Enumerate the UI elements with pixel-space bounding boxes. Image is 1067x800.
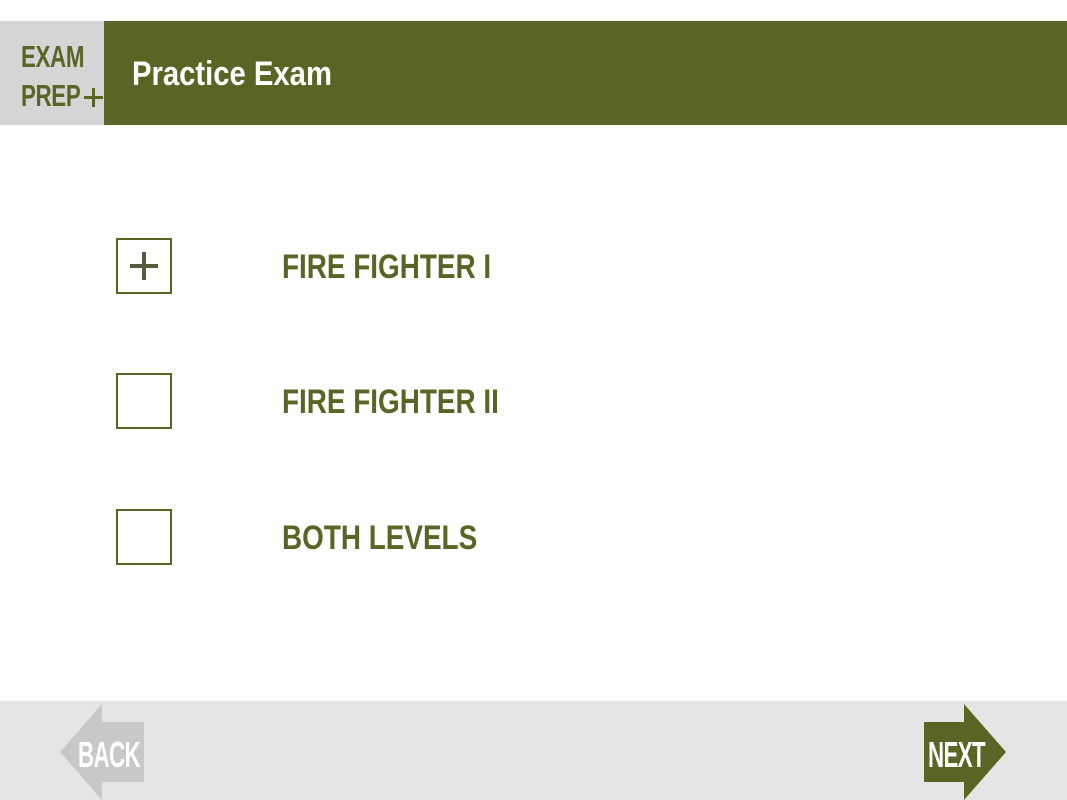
option-fire-fighter-2[interactable]: FIRE FIGHTER II	[116, 373, 636, 433]
header: EXAM PREP Practice Exam	[0, 21, 1067, 125]
logo-plus-icon	[84, 88, 103, 107]
option-label[interactable]: FIRE FIGHTER I	[282, 250, 491, 284]
logo-text-exam: EXAM	[21, 39, 85, 74]
option-label[interactable]: BOTH LEVELS	[282, 521, 477, 555]
checkbox-fire-fighter-1[interactable]	[116, 238, 172, 294]
selected-plus-icon	[130, 252, 158, 280]
footer-nav: BACK NEXT	[0, 701, 1067, 800]
option-both-levels[interactable]: BOTH LEVELS	[116, 509, 636, 569]
page-title: Practice Exam	[132, 55, 332, 93]
back-label: BACK	[78, 734, 141, 775]
next-label: NEXT	[928, 734, 986, 775]
back-button[interactable]: BACK	[60, 704, 144, 800]
logo-text-prep: PREP	[21, 78, 81, 113]
option-label[interactable]: FIRE FIGHTER II	[282, 385, 499, 419]
next-button[interactable]: NEXT	[924, 704, 1006, 800]
title-bar: Practice Exam	[104, 21, 1067, 125]
app-logo: EXAM PREP	[0, 21, 104, 125]
option-fire-fighter-1[interactable]: FIRE FIGHTER I	[116, 238, 636, 298]
checkbox-both-levels[interactable]	[116, 509, 172, 565]
checkbox-fire-fighter-2[interactable]	[116, 373, 172, 429]
